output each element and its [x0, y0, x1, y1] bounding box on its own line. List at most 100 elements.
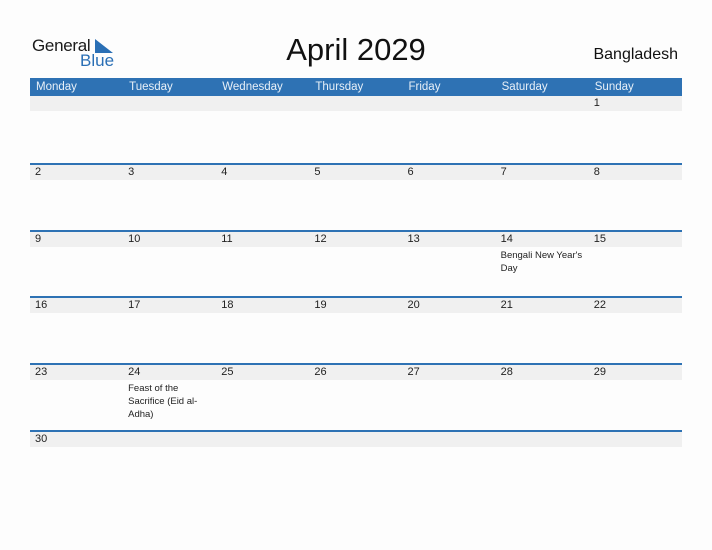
holiday-event: [589, 180, 681, 182]
holiday-event: [589, 313, 681, 315]
holiday-event: [123, 313, 215, 315]
holiday-event: [30, 247, 122, 249]
day-cell: [123, 431, 217, 447]
day-cell: 9: [30, 231, 124, 297]
day-number: [495, 96, 589, 111]
day-number: 19: [309, 298, 403, 314]
holiday-event: [123, 247, 215, 249]
day-number: [402, 96, 496, 111]
holiday-event: [123, 111, 215, 113]
day-cell: 28: [495, 365, 589, 430]
holiday-event: [403, 111, 495, 113]
calendar-grid: Monday Tuesday Wednesday Thursday Friday…: [30, 78, 682, 449]
weekday-monday: Monday: [36, 81, 77, 93]
holiday-event: [30, 380, 122, 382]
day-number: 21: [495, 298, 589, 314]
country-label: Bangladesh: [593, 46, 678, 63]
holiday-event: [403, 313, 495, 315]
day-cell: 16: [30, 298, 124, 363]
day-cell: 1: [588, 96, 682, 163]
day-cell: 24 Feast of the Sacrifice (Eid al-Adha): [123, 365, 217, 430]
day-number: [123, 96, 217, 111]
day-cell: [216, 431, 310, 449]
day-number: [495, 431, 589, 447]
holiday-event: [496, 380, 588, 382]
day-number: 6: [402, 165, 496, 180]
day-cell: 21: [495, 298, 589, 363]
weekday-tuesday: Tuesday: [129, 81, 173, 93]
holiday-event: [589, 247, 681, 249]
day-cell: 11: [216, 231, 310, 297]
day-cell: [309, 96, 403, 163]
day-number: 10: [123, 231, 217, 247]
holiday-event: [589, 447, 681, 449]
day-number: 4: [216, 165, 310, 180]
weekday-sunday: Sunday: [594, 81, 634, 93]
day-cell: 8: [588, 165, 682, 230]
day-cell: [402, 96, 496, 163]
day-number: 9: [30, 231, 124, 247]
day-cell: 26: [309, 365, 403, 430]
day-number: 28: [495, 365, 589, 381]
day-number: [402, 431, 496, 447]
day-number: [123, 431, 217, 447]
day-cell: 19: [309, 298, 403, 363]
day-number: 25: [216, 365, 310, 381]
holiday-event: Bengali New Year's Day: [500, 249, 583, 274]
day-cell: [495, 96, 589, 163]
weekday-header: Monday Tuesday Wednesday Thursday Friday…: [30, 78, 682, 96]
holiday-event: [309, 111, 401, 113]
day-number: 16: [30, 298, 124, 314]
day-number: 29: [588, 365, 682, 381]
day-number: [309, 431, 403, 447]
day-cell: 13: [402, 231, 496, 297]
holiday-event: [216, 313, 308, 315]
week-row: 1: [30, 96, 682, 163]
day-number: 20: [402, 298, 496, 314]
day-cell: [123, 96, 217, 163]
day-number: [216, 431, 310, 447]
day-cell: 6: [402, 165, 496, 230]
day-cell: 25: [216, 365, 310, 430]
weekday-thursday: Thursday: [315, 81, 364, 93]
holiday-event: [309, 247, 401, 249]
holiday-event: [403, 247, 495, 249]
holiday-event: [309, 447, 401, 449]
day-number: [309, 96, 403, 111]
holiday-event: [30, 313, 122, 315]
week-row: 9 10 11 12 13 14 Bengali New Year's Day 15: [30, 229, 682, 297]
day-cell: [588, 431, 682, 449]
day-number: 7: [495, 165, 589, 180]
holiday-event: Feast of the Sacrifice (Eid al-Adha): [128, 383, 198, 421]
holiday-event: [30, 447, 122, 449]
holiday-event: [123, 180, 215, 182]
day-number: 18: [216, 298, 310, 314]
week-row: 30: [30, 429, 682, 449]
day-cell: 14 Bengali New Year's Day: [495, 231, 589, 297]
day-number: 11: [216, 231, 310, 247]
week-row: 23 24 Feast of the Sacrifice (Eid al-Adha)…: [30, 363, 682, 430]
day-number: [216, 96, 310, 111]
day-number: 12: [309, 231, 403, 247]
day-number: 13: [402, 231, 496, 247]
day-cell: [495, 431, 589, 447]
day-number: 26: [309, 365, 403, 381]
holiday-event: [403, 380, 495, 382]
day-number: [30, 96, 124, 111]
day-number: 30: [30, 431, 124, 447]
holiday-event: [30, 180, 122, 182]
day-cell: 7: [495, 165, 589, 230]
day-number: 14: [495, 231, 589, 247]
holiday-event: [216, 447, 308, 449]
weekday-saturday: Saturday: [501, 81, 548, 93]
day-number: 8: [588, 165, 682, 180]
week-row: 16 17 18 19 20 21 22: [30, 296, 682, 363]
day-cell: 22: [588, 298, 682, 363]
holiday-event: [30, 111, 122, 113]
holiday-event: [496, 313, 588, 315]
day-cell: 4: [216, 165, 310, 230]
holiday-event: [309, 313, 401, 315]
day-number: 17: [123, 298, 217, 314]
day-cell: [309, 431, 403, 449]
day-number: 2: [30, 165, 124, 180]
